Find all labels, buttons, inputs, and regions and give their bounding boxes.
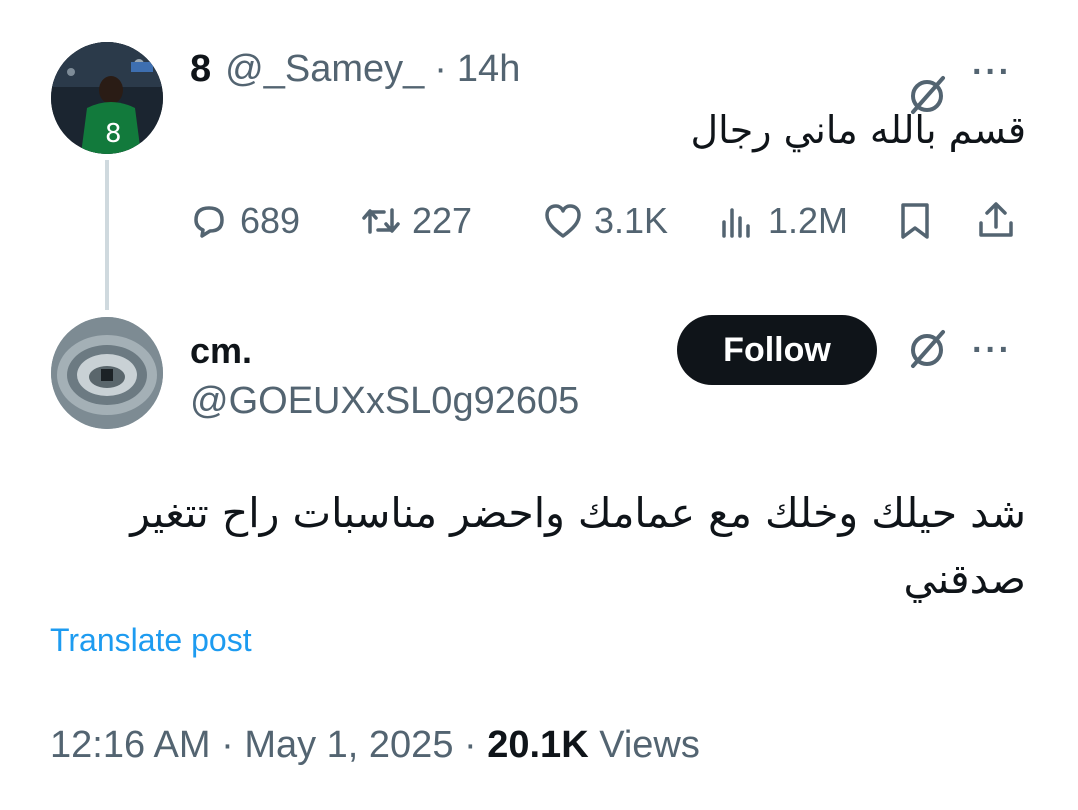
tweet2-display-name[interactable]: cm. [190,330,252,372]
more-icon[interactable]: ··· [972,333,1028,367]
grok-icon[interactable] [905,328,949,372]
retweet-icon [362,208,400,234]
tweet2-handle[interactable]: @GOEUXxSL0g92605 [190,380,579,423]
views-icon [722,208,750,238]
bookmark-icon [901,203,929,239]
reply-button[interactable]: 689 [188,196,300,246]
tweet2-views-label: Views [588,724,700,766]
translate-post-link[interactable]: Translate post [50,622,252,659]
retweet-count: 227 [412,200,473,241]
svg-text:8: 8 [105,119,122,149]
tweet1-display-name[interactable]: 8 [190,48,211,91]
tweet2-timestamp[interactable]: 12:16 AM · May 1, 2025 · [50,724,487,766]
views-count: 1.2M [768,200,849,241]
like-button[interactable]: 3.1K [542,196,668,246]
tweet1-handle[interactable]: @_Samey_ [225,48,424,91]
avatar-image: 8 [51,42,163,154]
thread-line [105,160,109,310]
like-count: 3.1K [594,200,669,241]
avatar-image [51,317,163,429]
tweet1-separator: · [434,47,447,90]
more-icon[interactable]: ··· [972,55,1028,89]
retweet-button[interactable]: 227 [360,196,472,246]
views-button[interactable]: 1.2M [716,196,848,246]
share-button[interactable] [974,196,1028,246]
tweet2-text: شد حيلك وخلك مع عمامك واحضر مناسبات راح … [130,489,1026,603]
tweet2-views-count: 20.1K [487,724,589,766]
follow-button[interactable]: Follow [677,315,877,385]
share-icon [979,202,1013,237]
tweet1-header: 8 @_Samey_ · 14h [190,44,520,94]
tweet2-meta: 12:16 AM · May 1, 2025 · 20.1K Views [50,724,700,767]
reply-icon [194,206,224,238]
avatar-cm[interactable] [51,317,163,429]
tweet1-text: قسم بالله ماني رجال [690,108,1027,152]
reply-count: 689 [240,200,301,241]
bookmark-button[interactable] [893,196,947,246]
like-icon [545,204,581,238]
avatar-samey[interactable]: 8 [51,42,163,154]
tweet1-time[interactable]: 14h [457,48,520,91]
